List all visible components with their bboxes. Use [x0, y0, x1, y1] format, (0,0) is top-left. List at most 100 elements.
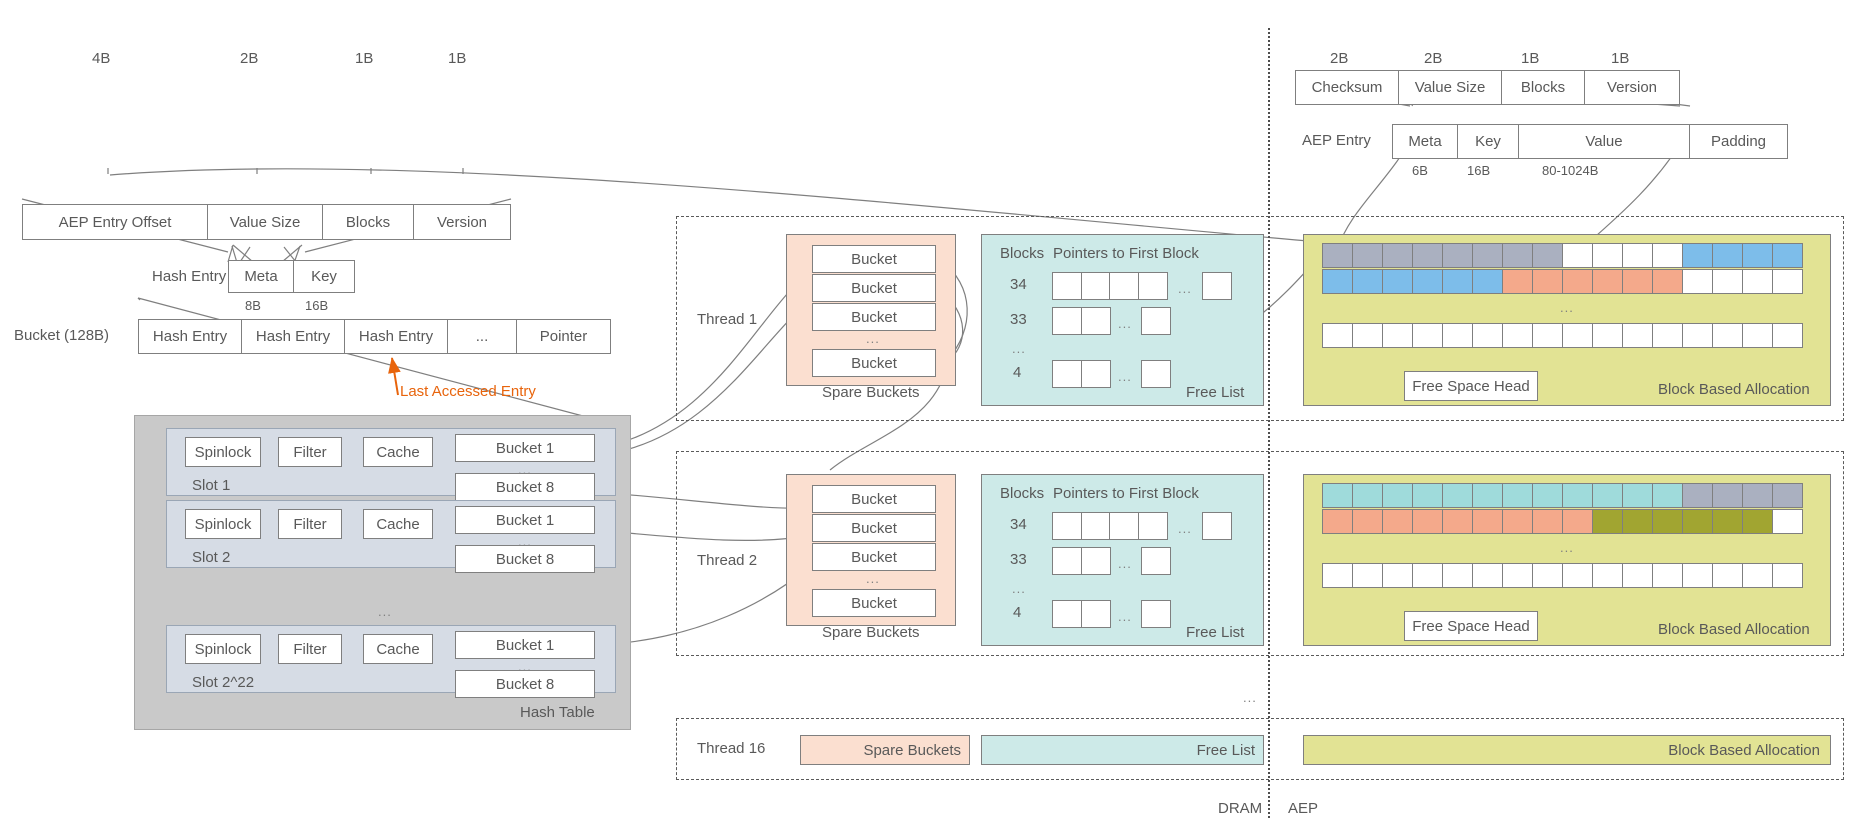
alloc-block-cell[interactable]: [1712, 563, 1743, 588]
alloc-block-cell[interactable]: [1622, 563, 1653, 588]
alloc-block-cell[interactable]: [1712, 483, 1743, 508]
alloc-block-cell[interactable]: [1712, 243, 1743, 268]
alloc-block-cell[interactable]: [1592, 269, 1623, 294]
alloc-block-cell[interactable]: [1472, 269, 1503, 294]
alloc-block-cell[interactable]: [1322, 323, 1353, 348]
alloc-block-cell[interactable]: [1502, 509, 1533, 534]
alloc-block-cell[interactable]: [1682, 269, 1713, 294]
free-ptr-box[interactable]: [1080, 512, 1111, 540]
alloc-block-cell[interactable]: [1772, 483, 1803, 508]
alloc-block-cell[interactable]: [1712, 509, 1743, 534]
free-ptr-box[interactable]: [1138, 272, 1169, 300]
alloc-block-cell[interactable]: [1742, 243, 1773, 268]
alloc-block-cell[interactable]: [1502, 563, 1533, 588]
free-ptr-box[interactable]: [1080, 307, 1111, 335]
alloc-block-cell[interactable]: [1652, 509, 1683, 534]
thread-2-spare-bucket-3[interactable]: Bucket: [812, 589, 936, 617]
free-ptr-box[interactable]: [1052, 512, 1082, 540]
alloc-block-cell[interactable]: [1592, 509, 1623, 534]
alloc-block-cell[interactable]: [1742, 509, 1773, 534]
slot-1-bucket-1[interactable]: Bucket 1: [455, 434, 595, 462]
alloc-block-cell[interactable]: [1532, 243, 1563, 268]
slot-2p22-bucket-8[interactable]: Bucket 8: [455, 670, 595, 698]
thread-1-spare-bucket-1[interactable]: Bucket: [812, 274, 936, 302]
thread-2-free-row-3-tail-box[interactable]: [1140, 600, 1171, 628]
alloc-block-cell[interactable]: [1382, 563, 1413, 588]
alloc-block-cell[interactable]: [1382, 323, 1413, 348]
thread-1-spare-bucket-0[interactable]: Bucket: [812, 245, 936, 273]
alloc-block-cell[interactable]: [1322, 243, 1353, 268]
alloc-block-cell[interactable]: [1532, 509, 1563, 534]
alloc-block-cell[interactable]: [1652, 323, 1683, 348]
alloc-block-cell[interactable]: [1412, 483, 1443, 508]
alloc-block-cell[interactable]: [1682, 509, 1713, 534]
free-ptr-box[interactable]: [1109, 272, 1140, 300]
alloc-block-cell[interactable]: [1352, 269, 1383, 294]
free-ptr-box[interactable]: [1138, 512, 1169, 540]
slot-1-cache[interactable]: Cache: [363, 437, 433, 467]
alloc-block-cell[interactable]: [1352, 243, 1383, 268]
slot-2p22-bucket-1[interactable]: Bucket 1: [455, 631, 595, 659]
free-ptr-box[interactable]: [1052, 360, 1082, 388]
alloc-block-cell[interactable]: [1412, 323, 1443, 348]
alloc-block-cell[interactable]: [1622, 243, 1653, 268]
alloc-block-cell[interactable]: [1682, 563, 1713, 588]
alloc-block-cell[interactable]: [1532, 323, 1563, 348]
alloc-block-cell[interactable]: [1742, 563, 1773, 588]
alloc-block-cell[interactable]: [1442, 269, 1473, 294]
free-ptr-box[interactable]: [1052, 272, 1082, 300]
alloc-block-cell[interactable]: [1352, 483, 1383, 508]
alloc-block-cell[interactable]: [1532, 269, 1563, 294]
alloc-block-cell[interactable]: [1742, 269, 1773, 294]
thread-2-free-space-head[interactable]: Free Space Head: [1404, 611, 1538, 641]
alloc-block-cell[interactable]: [1502, 243, 1533, 268]
alloc-block-cell[interactable]: [1382, 269, 1413, 294]
alloc-block-cell[interactable]: [1322, 563, 1353, 588]
alloc-block-cell[interactable]: [1322, 509, 1353, 534]
alloc-block-cell[interactable]: [1442, 243, 1473, 268]
alloc-block-cell[interactable]: [1382, 509, 1413, 534]
alloc-block-cell[interactable]: [1742, 483, 1773, 508]
thread-1-free-row-1-tail-box[interactable]: [1140, 307, 1171, 335]
slot-2p22-cache[interactable]: Cache: [363, 634, 433, 664]
alloc-block-cell[interactable]: [1622, 483, 1653, 508]
free-ptr-box[interactable]: [1080, 547, 1111, 575]
alloc-block-cell[interactable]: [1442, 563, 1473, 588]
thread-2-free-row-1-boxes[interactable]: [1052, 547, 1111, 575]
alloc-block-cell[interactable]: [1652, 483, 1683, 508]
thread-1-free-row-1-boxes[interactable]: [1052, 307, 1111, 335]
slot-2-bucket-8[interactable]: Bucket 8: [455, 545, 595, 573]
alloc-block-cell[interactable]: [1622, 509, 1653, 534]
alloc-block-cell[interactable]: [1592, 483, 1623, 508]
alloc-block-cell[interactable]: [1622, 323, 1653, 348]
thread-2-spare-bucket-0[interactable]: Bucket: [812, 485, 936, 513]
slot-1-spinlock[interactable]: Spinlock: [185, 437, 261, 467]
alloc-block-cell[interactable]: [1682, 483, 1713, 508]
alloc-block-cell[interactable]: [1472, 509, 1503, 534]
alloc-block-cell[interactable]: [1532, 563, 1563, 588]
thread-1-spare-bucket-3[interactable]: Bucket: [812, 349, 936, 377]
alloc-block-cell[interactable]: [1382, 483, 1413, 508]
alloc-block-cell[interactable]: [1532, 483, 1563, 508]
alloc-block-cell[interactable]: [1352, 563, 1383, 588]
thread-1-free-row-3-tail-box[interactable]: [1140, 360, 1171, 388]
thread-1-free-row-0-boxes[interactable]: [1052, 272, 1169, 300]
alloc-block-cell[interactable]: [1592, 323, 1623, 348]
alloc-block-cell[interactable]: [1652, 243, 1683, 268]
alloc-block-cell[interactable]: [1772, 269, 1803, 294]
alloc-block-cell[interactable]: [1442, 483, 1473, 508]
alloc-block-cell[interactable]: [1352, 323, 1383, 348]
alloc-block-cell[interactable]: [1682, 323, 1713, 348]
alloc-block-cell[interactable]: [1562, 243, 1593, 268]
thread-2-spare-bucket-2[interactable]: Bucket: [812, 543, 936, 571]
alloc-block-cell[interactable]: [1562, 323, 1593, 348]
alloc-block-cell[interactable]: [1472, 323, 1503, 348]
free-ptr-box[interactable]: [1080, 360, 1111, 388]
slot-2-cache[interactable]: Cache: [363, 509, 433, 539]
alloc-block-cell[interactable]: [1652, 563, 1683, 588]
alloc-block-cell[interactable]: [1442, 323, 1473, 348]
slot-1-bucket-8[interactable]: Bucket 8: [455, 473, 595, 501]
free-ptr-box[interactable]: [1052, 307, 1082, 335]
thread-2-free-row-1-tail-box[interactable]: [1140, 547, 1171, 575]
alloc-block-cell[interactable]: [1412, 509, 1443, 534]
